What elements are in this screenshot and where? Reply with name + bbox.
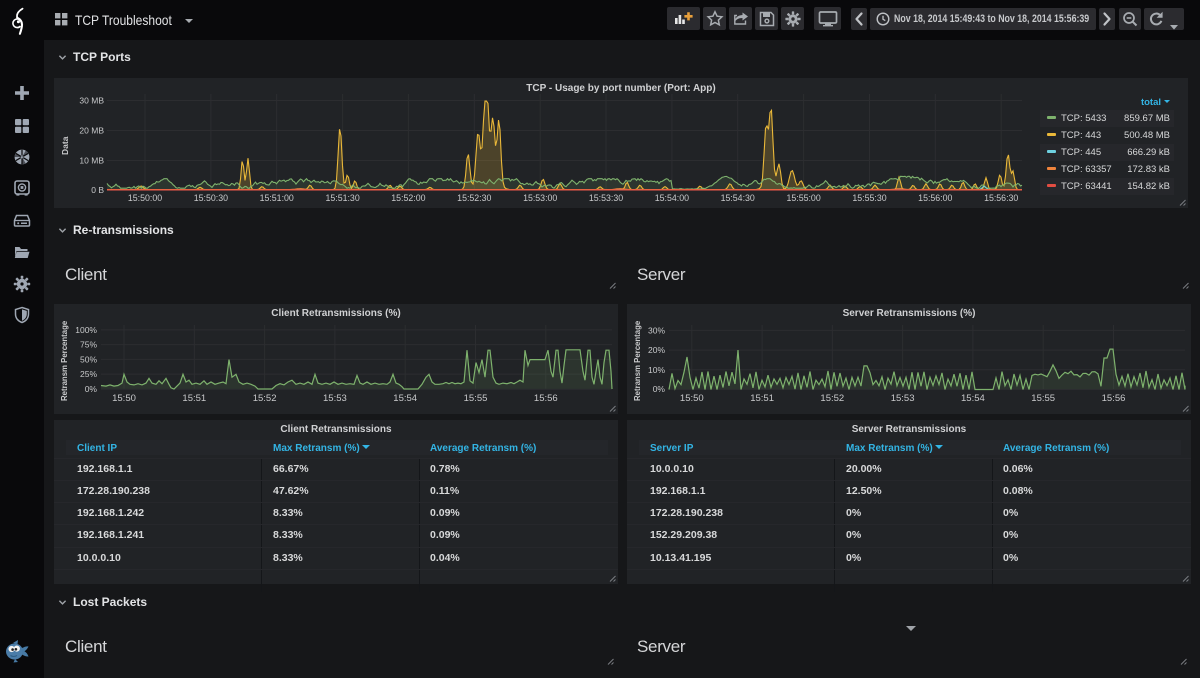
svg-text:50%: 50% [80,354,97,364]
svg-text:15:51: 15:51 [182,393,206,404]
svg-text:75%: 75% [80,340,97,350]
svg-text:10 MB: 10 MB [79,156,104,166]
svg-text:30%: 30% [648,325,665,335]
svg-text:15:54:30: 15:54:30 [721,193,755,203]
svg-text:15:54: 15:54 [393,393,417,404]
svg-text:15:54:00: 15:54:00 [655,193,689,203]
svg-text:15:56:30: 15:56:30 [984,193,1018,203]
svg-text:15:55:30: 15:55:30 [852,193,886,203]
svg-text:15:50: 15:50 [112,393,136,404]
svg-text:15:55:00: 15:55:00 [786,193,820,203]
svg-text:15:50:30: 15:50:30 [194,193,228,203]
svg-text:0%: 0% [653,384,666,394]
svg-text:15:56: 15:56 [534,393,558,404]
svg-text:15:50: 15:50 [680,393,704,404]
svg-text:30 MB: 30 MB [79,96,104,106]
svg-text:15:52:00: 15:52:00 [391,193,425,203]
svg-text:15:53:30: 15:53:30 [589,193,623,203]
svg-text:0 B: 0 B [91,185,104,195]
svg-text:15:51:00: 15:51:00 [260,193,294,203]
svg-text:15:53: 15:53 [323,393,347,404]
svg-text:15:54: 15:54 [961,393,985,404]
svg-text:25%: 25% [80,369,97,379]
svg-text:20 MB: 20 MB [79,126,104,136]
svg-text:15:52:30: 15:52:30 [457,193,491,203]
svg-text:20%: 20% [648,345,665,355]
svg-text:15:52: 15:52 [253,393,277,404]
svg-text:15:55: 15:55 [1031,393,1055,404]
svg-text:10%: 10% [648,365,665,375]
svg-text:15:56: 15:56 [1102,393,1126,404]
svg-text:15:51: 15:51 [750,393,774,404]
svg-text:15:53: 15:53 [891,393,915,404]
svg-text:15:51:30: 15:51:30 [325,193,359,203]
svg-text:15:55: 15:55 [464,393,488,404]
svg-text:100%: 100% [75,325,97,335]
svg-text:15:50:00: 15:50:00 [128,193,162,203]
svg-text:15:56:00: 15:56:00 [918,193,952,203]
svg-text:0%: 0% [85,384,98,394]
svg-text:15:52: 15:52 [820,393,844,404]
svg-text:15:53:00: 15:53:00 [523,193,557,203]
